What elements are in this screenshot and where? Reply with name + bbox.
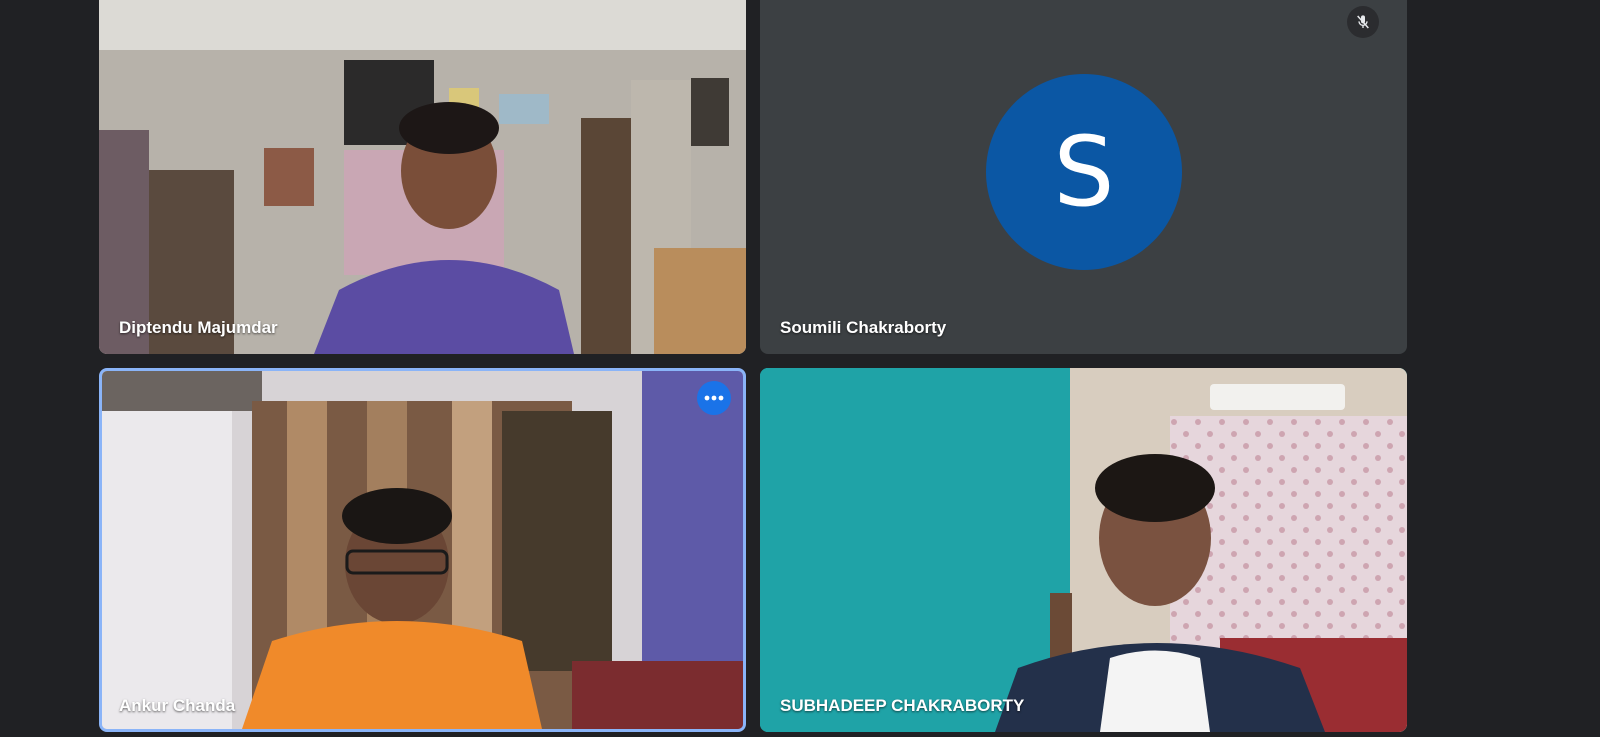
participant-name: SUBHADEEP CHAKRABORTY: [780, 696, 1025, 715]
video-feed: [102, 371, 743, 729]
avatar: S: [986, 74, 1182, 270]
participant-tile-soumili[interactable]: S Soumili Chakraborty: [760, 0, 1407, 354]
participant-name: Soumili Chakraborty: [780, 318, 947, 337]
video-feed: [760, 368, 1407, 732]
participant-tile-ankur[interactable]: Ankur Chanda: [99, 368, 746, 732]
video-feed: [99, 0, 746, 354]
participant-tile-diptendu[interactable]: Diptendu Majumdar: [99, 0, 746, 354]
participant-tile-subhadeep[interactable]: SUBHADEEP CHAKRABORTY: [760, 368, 1407, 732]
participant-name: Diptendu Majumdar: [119, 318, 278, 337]
more-options-icon[interactable]: [697, 381, 731, 415]
mic-off-icon: [1347, 6, 1379, 38]
participant-name: Ankur Chanda: [119, 696, 236, 715]
